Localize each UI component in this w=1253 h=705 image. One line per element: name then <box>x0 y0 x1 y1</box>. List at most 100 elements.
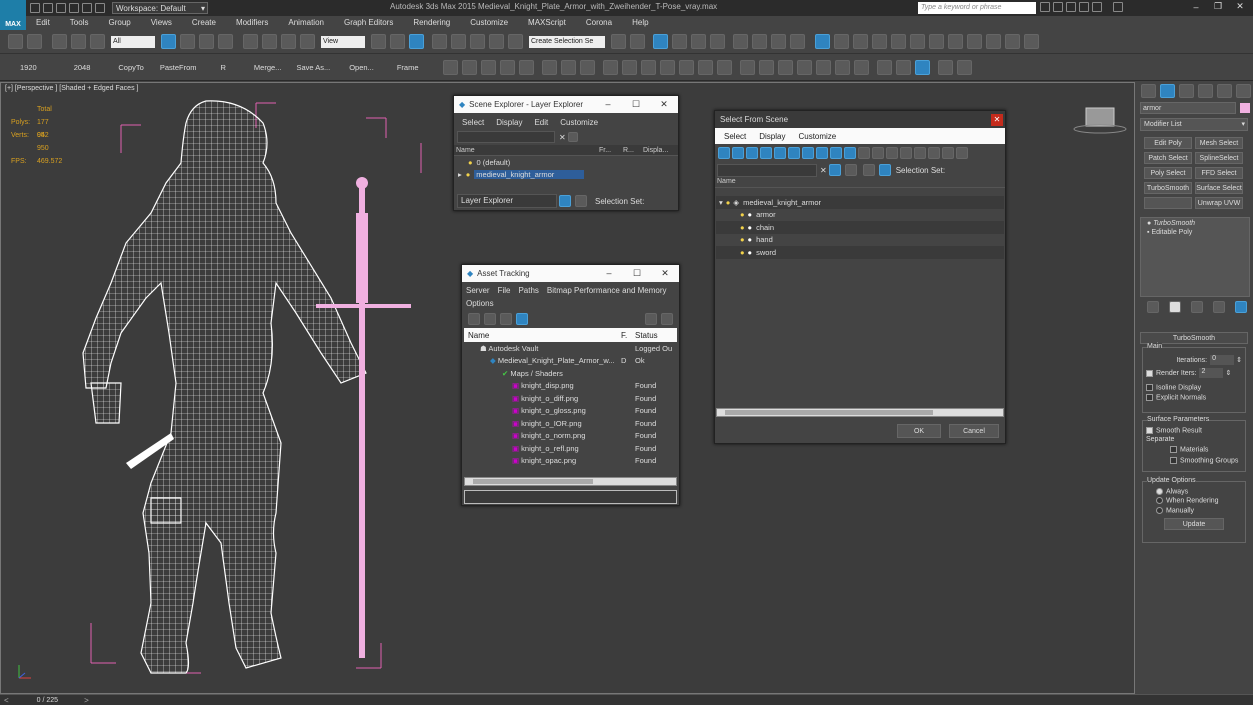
se-row-default-layer[interactable]: ● 0 (default) <box>454 156 678 169</box>
wire-icon[interactable] <box>914 60 930 75</box>
viewcube[interactable] <box>1073 107 1127 134</box>
sfs-menu-select[interactable]: Select <box>724 132 746 141</box>
modify-tab-icon[interactable] <box>1160 84 1175 98</box>
asset-row[interactable]: ▣ knight_o_norm.png Found <box>464 430 677 443</box>
spinner-arrows-icon[interactable]: ⇕ <box>1225 369 1231 377</box>
save-icon[interactable] <box>56 3 66 13</box>
display-hidden-icon[interactable] <box>872 147 884 159</box>
table-view-icon[interactable] <box>516 313 528 325</box>
at-menu-server[interactable]: Server <box>466 286 490 295</box>
se-col-name[interactable]: Name <box>454 147 599 154</box>
light-icon[interactable] <box>815 34 830 49</box>
list-view-icon[interactable] <box>484 313 496 325</box>
open-icon[interactable] <box>43 3 53 13</box>
asset-row[interactable]: ▣ knight_o_gloss.png Found <box>464 405 677 418</box>
motion-tab-icon[interactable] <box>1198 84 1213 98</box>
object-color-swatch[interactable] <box>1240 103 1250 113</box>
angle-snap-icon[interactable] <box>451 34 466 49</box>
layers-icon[interactable] <box>559 195 571 207</box>
search-field[interactable]: Type a keyword or phrase <box>918 2 1036 14</box>
unlink-icon[interactable] <box>71 34 86 49</box>
display-helpers-icon[interactable] <box>774 147 786 159</box>
help-icon[interactable] <box>645 313 657 325</box>
frame-button[interactable]: Frame <box>397 63 419 72</box>
align-icon[interactable] <box>630 34 645 49</box>
settings-icon[interactable] <box>661 313 673 325</box>
paint-icon[interactable] <box>541 60 557 75</box>
hierarchy-icon[interactable] <box>878 164 891 176</box>
explorer-type-dropdown[interactable]: Layer Explorer <box>457 194 557 208</box>
sfs-search-input[interactable] <box>717 163 817 177</box>
maximize-icon[interactable]: ☐ <box>622 99 650 110</box>
link-icon[interactable] <box>52 34 67 49</box>
at-menu-file[interactable]: File <box>498 286 511 295</box>
render-iters-spinner[interactable]: 2 <box>1199 368 1224 378</box>
image-icon[interactable] <box>461 60 477 75</box>
render-teapot-icon[interactable] <box>790 34 805 49</box>
menu-edit[interactable]: Edit <box>36 18 50 27</box>
display-geometry-icon[interactable] <box>718 147 730 159</box>
pastefrom-button[interactable]: PasteFrom <box>160 63 197 72</box>
render-iters-checkbox[interactable] <box>1146 369 1153 377</box>
light-bulb-icon[interactable]: ● <box>740 248 745 257</box>
minimize-icon[interactable]: – <box>594 99 622 110</box>
filter-icon[interactable] <box>567 132 578 142</box>
place-icon[interactable] <box>300 34 315 49</box>
se-menu-customize[interactable]: Customize <box>560 118 598 127</box>
star-icon[interactable] <box>1079 2 1089 12</box>
render-icon[interactable] <box>518 60 534 75</box>
display-spacewarps-icon[interactable] <box>788 147 800 159</box>
when-rendering-radio[interactable] <box>1156 497 1163 505</box>
select-by-name-icon[interactable] <box>180 34 195 49</box>
plane-icon[interactable] <box>948 34 963 49</box>
subscription-icon[interactable] <box>1053 2 1063 12</box>
sfs-object-row[interactable]: ● ● sword <box>716 246 1004 259</box>
lamp-icon[interactable] <box>659 60 675 75</box>
sun-icon[interactable] <box>834 34 849 49</box>
display-groups-icon[interactable] <box>802 147 814 159</box>
at-menu-options[interactable]: Options <box>466 299 494 308</box>
unwrap-uvw-button[interactable]: Unwrap UVW <box>1195 197 1243 209</box>
asset-row[interactable]: ◆ Medieval_Knight_Plate_Armor_w... D Ok <box>464 355 677 368</box>
at-horizontal-scrollbar[interactable] <box>464 477 677 486</box>
layers-icon[interactable] <box>862 164 875 176</box>
smooth-result-checkbox[interactable] <box>1146 427 1153 434</box>
asset-tracking-titlebar[interactable]: ◆ Asset Tracking – ☐ ✕ <box>462 265 679 282</box>
smoothing-groups-checkbox[interactable] <box>1170 456 1177 464</box>
sfs-col-name[interactable]: Name <box>715 178 1005 188</box>
rotate-icon[interactable] <box>262 34 277 49</box>
box-icon[interactable] <box>602 60 618 75</box>
mirror-icon[interactable] <box>611 34 626 49</box>
script-icon[interactable] <box>937 60 953 75</box>
exchange-icon[interactable] <box>1092 2 1102 12</box>
sfs-object-row[interactable]: ● ● armor <box>716 209 1004 222</box>
display-invert-icon[interactable] <box>914 147 926 159</box>
redo-icon[interactable] <box>82 3 92 13</box>
select-manipulate-icon[interactable] <box>390 34 405 49</box>
scale-icon[interactable] <box>281 34 296 49</box>
atom-icon[interactable] <box>758 60 774 75</box>
menu-graph-editors[interactable]: Graph Editors <box>344 18 393 27</box>
merge-button[interactable]: Merge... <box>254 63 282 72</box>
material-editor-icon[interactable] <box>733 34 748 49</box>
object-name-field[interactable]: armor <box>1140 102 1236 114</box>
percent-snap-icon[interactable] <box>470 34 485 49</box>
at-menu-paths[interactable]: Paths <box>518 286 538 295</box>
light-bulb-icon[interactable]: ● <box>466 170 471 179</box>
checker-icon[interactable] <box>739 60 755 75</box>
asset-row[interactable]: ▣ knight_opac.png Found <box>464 455 677 468</box>
clear-icon[interactable]: ✕ <box>820 166 827 175</box>
circle-icon[interactable] <box>716 60 732 75</box>
selection-filter-dropdown[interactable]: All <box>111 35 155 48</box>
vfb-icon[interactable] <box>872 34 887 49</box>
asset-row[interactable]: ▣ knight_disp.png Found <box>464 380 677 393</box>
close-icon[interactable]: ✕ <box>1229 1 1251 12</box>
close-icon[interactable]: ✕ <box>651 268 679 279</box>
at-col-status[interactable]: Status <box>635 331 658 340</box>
maximize-icon[interactable]: ☐ <box>623 268 651 279</box>
spinner-arrows-icon[interactable]: ⇕ <box>1236 356 1242 364</box>
texture-icon[interactable] <box>853 60 869 75</box>
menu-create[interactable]: Create <box>192 18 216 27</box>
scrollbar-thumb[interactable] <box>725 410 933 415</box>
isoline-checkbox[interactable] <box>1146 384 1153 391</box>
